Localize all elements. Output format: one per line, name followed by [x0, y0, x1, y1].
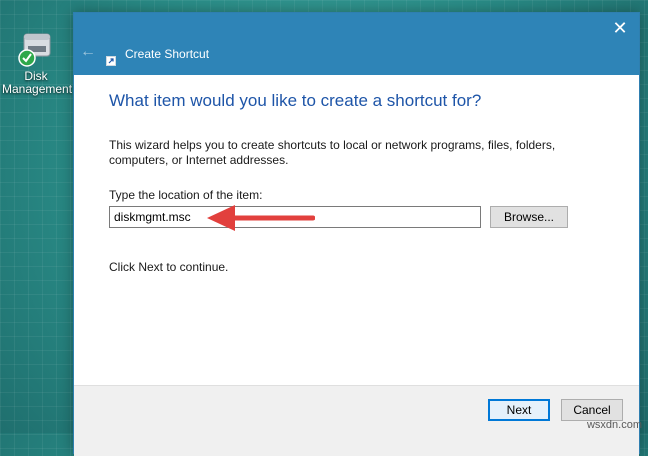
- wizard-heading: What item would you like to create a sho…: [109, 91, 482, 110]
- watermark: wsxdn.com: [586, 419, 642, 431]
- create-shortcut-window: ✕ ← Create Shortcut What item would you …: [73, 12, 640, 456]
- cancel-button[interactable]: Cancel: [561, 399, 623, 421]
- wizard-footer: Next Cancel: [74, 385, 639, 456]
- close-button[interactable]: ✕: [609, 17, 631, 39]
- shortcut-icon: [106, 53, 116, 66]
- desktop-icon-disk-management[interactable]: Disk Management: [2, 30, 73, 96]
- title-bar: ✕ ← Create Shortcut: [74, 13, 639, 75]
- next-button[interactable]: Next: [488, 399, 550, 421]
- wizard-description: This wizard helps you to create shortcut…: [109, 138, 556, 167]
- continue-hint: Click Next to continue.: [109, 260, 229, 274]
- back-arrow-icon[interactable]: ←: [80, 43, 100, 61]
- window-title: Create Shortcut: [125, 47, 210, 61]
- location-label: Type the location of the item:: [109, 188, 263, 202]
- disk-management-icon: [16, 30, 56, 70]
- desktop-icon-label: Disk Management: [2, 69, 73, 96]
- browse-button[interactable]: Browse...: [490, 206, 568, 228]
- red-arrow-annotation: [207, 205, 315, 231]
